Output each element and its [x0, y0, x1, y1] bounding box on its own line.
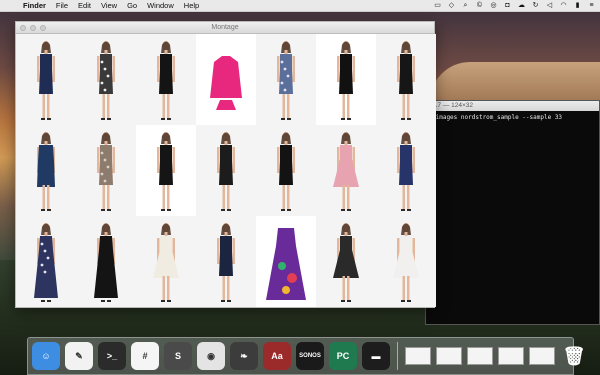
terminal-command-line: -images nordstrom_sample --sample 33: [432, 114, 563, 121]
dictionary-icon[interactable]: Aa: [263, 342, 291, 370]
montage-thumbnail[interactable]: [76, 216, 136, 307]
status-icons: ▭ ◇ ⌕ © ◎ ◘ ☁ ↻ ◁ ◠ ▮ ≡: [433, 2, 600, 10]
minimized-window-thumbnail[interactable]: [436, 347, 462, 365]
search-icon[interactable]: ⌕: [461, 2, 470, 10]
terminal-2-icon[interactable]: ▬: [362, 342, 390, 370]
dress-photo: [157, 132, 175, 211]
montage-thumbnail[interactable]: [256, 216, 316, 307]
dress-photo: [210, 56, 242, 110]
menu-help[interactable]: Help: [179, 1, 204, 10]
menu-go[interactable]: Go: [122, 1, 142, 10]
finder-icon[interactable]: ☺: [32, 342, 60, 370]
menu-view[interactable]: View: [96, 1, 122, 10]
dress-photo: [37, 132, 55, 211]
montage-thumbnail[interactable]: [316, 216, 376, 307]
terminal-icon[interactable]: >_: [98, 342, 126, 370]
dress-photo: [266, 228, 306, 300]
dress-photo: [277, 41, 295, 120]
dress-photo: [94, 223, 118, 302]
minimized-window-thumbnail[interactable]: [405, 347, 431, 365]
montage-thumbnail[interactable]: [16, 125, 76, 216]
dress-photo: [337, 41, 355, 120]
terminal-window[interactable]: 2.7 — 124×32 -images nordstrom_sample --…: [425, 100, 600, 325]
montage-thumbnail[interactable]: [376, 216, 436, 307]
dress-photo: [217, 132, 235, 211]
montage-titlebar[interactable]: Montage: [16, 22, 434, 34]
mute-icon[interactable]: ◁: [545, 2, 554, 10]
dress-photo: [157, 41, 175, 120]
dock-separator: [397, 342, 398, 370]
montage-thumbnail[interactable]: [16, 34, 76, 125]
dress-photo: [37, 41, 55, 120]
slack-icon[interactable]: #: [131, 342, 159, 370]
trash-icon[interactable]: 🗑: [560, 342, 588, 370]
terminal-titlebar[interactable]: 2.7 — 124×32: [426, 101, 599, 111]
copyright-icon[interactable]: ©: [475, 2, 484, 10]
pycharm-icon[interactable]: PC: [329, 342, 357, 370]
menu-bar: Finder File Edit View Go Window Help ▭ ◇ ⌕…: [0, 0, 600, 12]
montage-thumbnail[interactable]: [196, 216, 256, 307]
montage-thumbnail[interactable]: [76, 34, 136, 125]
wifi-icon[interactable]: ◠: [559, 2, 568, 10]
sync-icon[interactable]: ↻: [531, 2, 540, 10]
montage-thumbnail[interactable]: [376, 125, 436, 216]
menu-file[interactable]: File: [51, 1, 73, 10]
minimized-window-thumbnail[interactable]: [529, 347, 555, 365]
sonos-icon[interactable]: SONOS: [296, 342, 324, 370]
dress-photo: [333, 132, 359, 211]
dress-photo: [34, 223, 58, 302]
sublime-icon[interactable]: S: [164, 342, 192, 370]
minimized-window-thumbnail[interactable]: [498, 347, 524, 365]
montage-thumbnail[interactable]: [136, 125, 196, 216]
montage-thumbnail[interactable]: [136, 216, 196, 307]
montage-thumbnail[interactable]: [316, 34, 376, 125]
montage-thumbnail[interactable]: [316, 125, 376, 216]
montage-thumbnail[interactable]: [196, 34, 256, 125]
menu-edit[interactable]: Edit: [73, 1, 96, 10]
montage-thumbnail[interactable]: [196, 125, 256, 216]
minimized-window-thumbnail[interactable]: [467, 347, 493, 365]
dropbox-icon[interactable]: ◇: [447, 2, 456, 10]
montage-thumbnail[interactable]: [76, 125, 136, 216]
montage-thumbnail[interactable]: [256, 34, 316, 125]
dress-photo: [97, 132, 115, 211]
evernote-icon[interactable]: ❧: [230, 342, 258, 370]
image-grid: [16, 34, 436, 307]
chrome-icon[interactable]: ◉: [197, 342, 225, 370]
dress-photo: [153, 223, 179, 302]
dock: ☺ ✎ >_ # S ◉ ❧ Aa SONOS PC ▬ 🗑: [27, 337, 585, 375]
menu-finder[interactable]: Finder: [18, 1, 51, 10]
ring-icon[interactable]: ◎: [489, 2, 498, 10]
montage-thumbnail[interactable]: [16, 216, 76, 307]
dress-photo: [217, 223, 235, 302]
montage-window[interactable]: Montage: [15, 21, 436, 308]
window-title: Montage: [211, 24, 239, 31]
montage-thumbnail[interactable]: [256, 125, 316, 216]
dress-photo: [97, 41, 115, 120]
menu-window[interactable]: Window: [142, 1, 179, 10]
dress-photo: [397, 41, 415, 120]
dress-photo: [333, 223, 359, 302]
dress-photo: [393, 223, 419, 302]
montage-thumbnail[interactable]: [136, 34, 196, 125]
textedit-icon[interactable]: ✎: [65, 342, 93, 370]
menu-extra-icon[interactable]: ▭: [433, 2, 442, 10]
camera-icon[interactable]: ◘: [503, 2, 512, 10]
list-icon[interactable]: ≡: [587, 2, 596, 10]
montage-thumbnail[interactable]: [376, 34, 436, 125]
cloud-icon[interactable]: ☁: [517, 2, 526, 10]
dress-photo: [397, 132, 415, 211]
battery-icon[interactable]: ▮: [573, 2, 582, 10]
dress-photo: [277, 132, 295, 211]
